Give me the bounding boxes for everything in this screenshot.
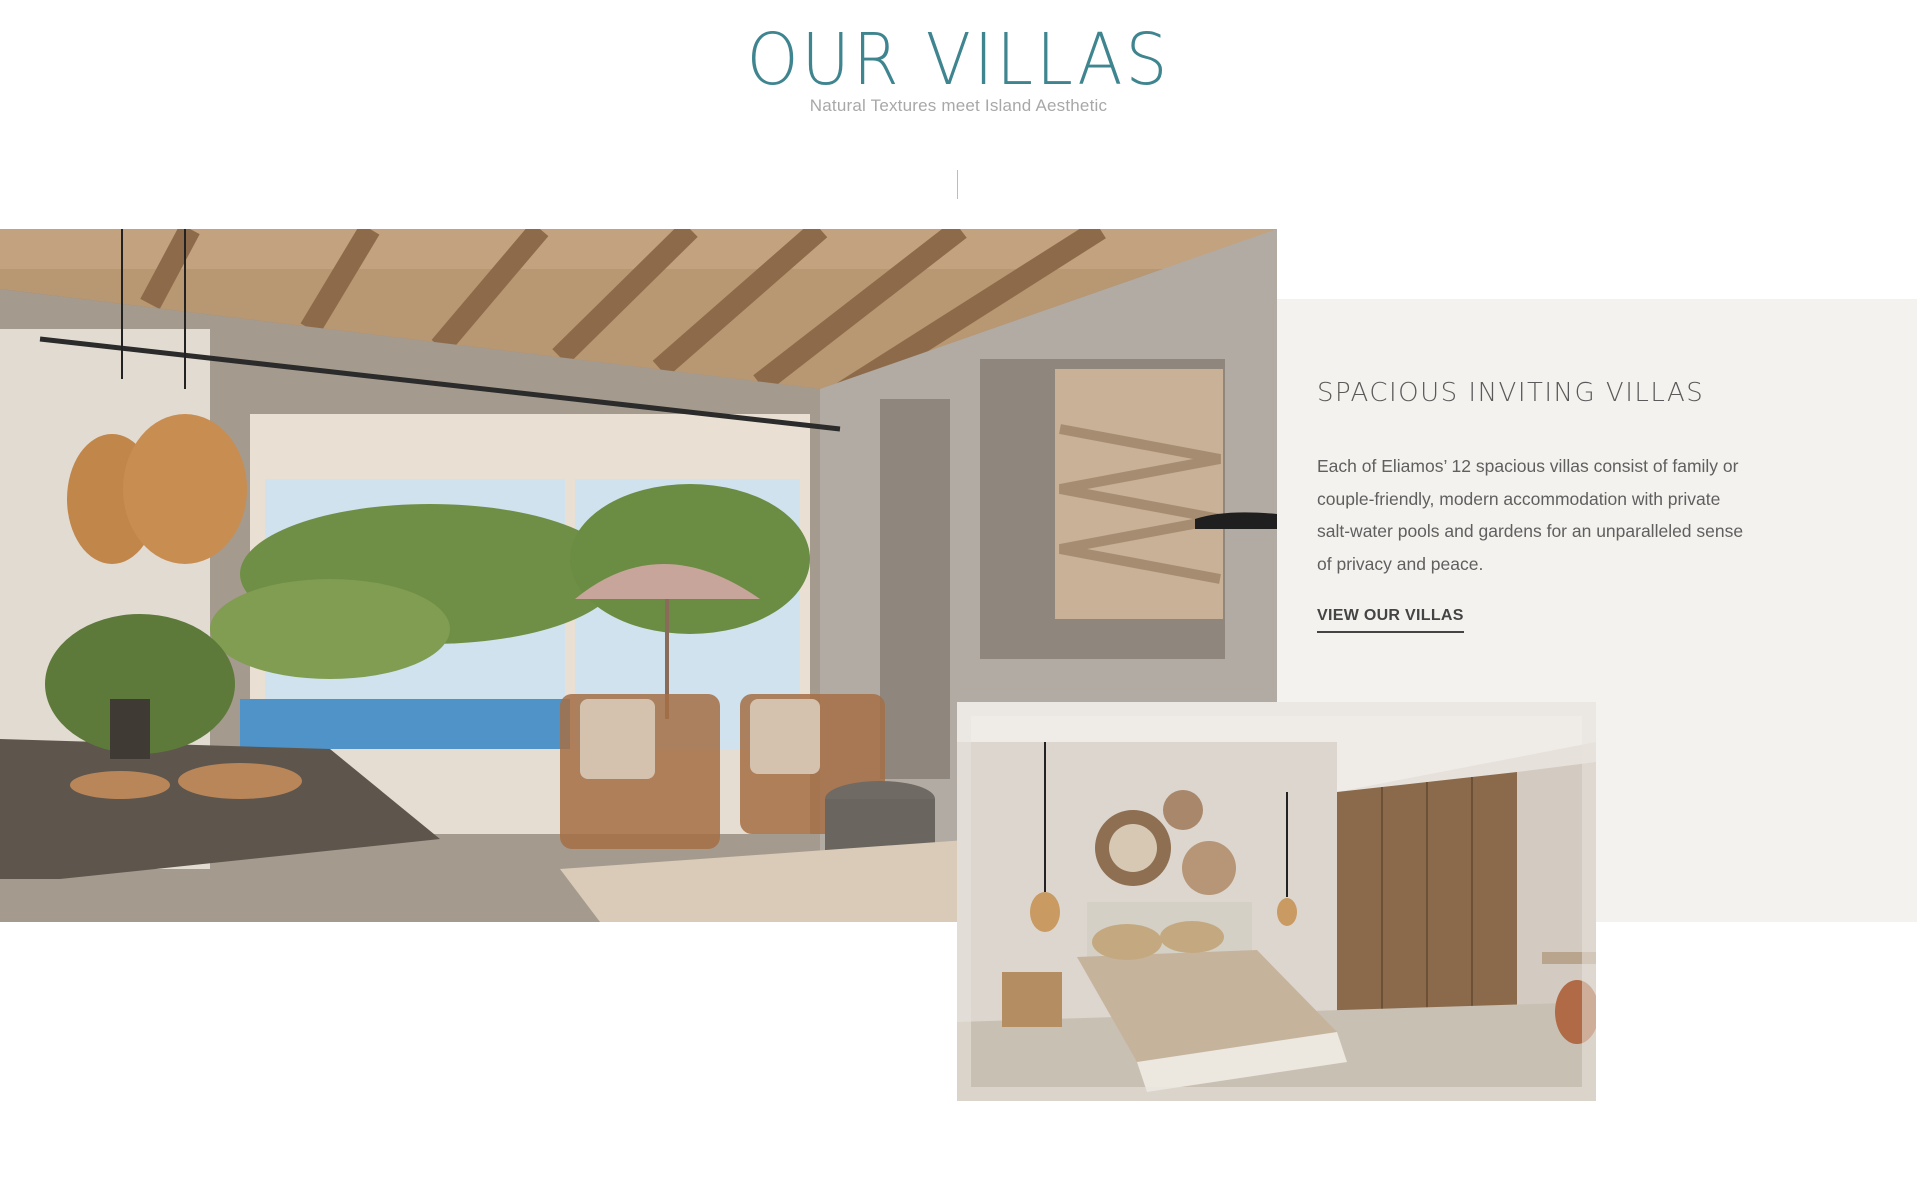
feature-heading: SPACIOUS INVITING VILLAS [1317,378,1705,408]
divider-line [957,170,958,199]
photo-frame [971,716,1582,1087]
villa-bedroom-photo [957,702,1596,1101]
feature-body: Each of Eliamos’ 12 spacious villas cons… [1317,456,1744,574]
view-villas-link[interactable]: VIEW OUR VILLAS [1317,607,1464,633]
page-title: OUR VILLAS [746,17,1171,102]
page-subtitle: Natural Textures meet Island Aesthetic [809,96,1108,115]
